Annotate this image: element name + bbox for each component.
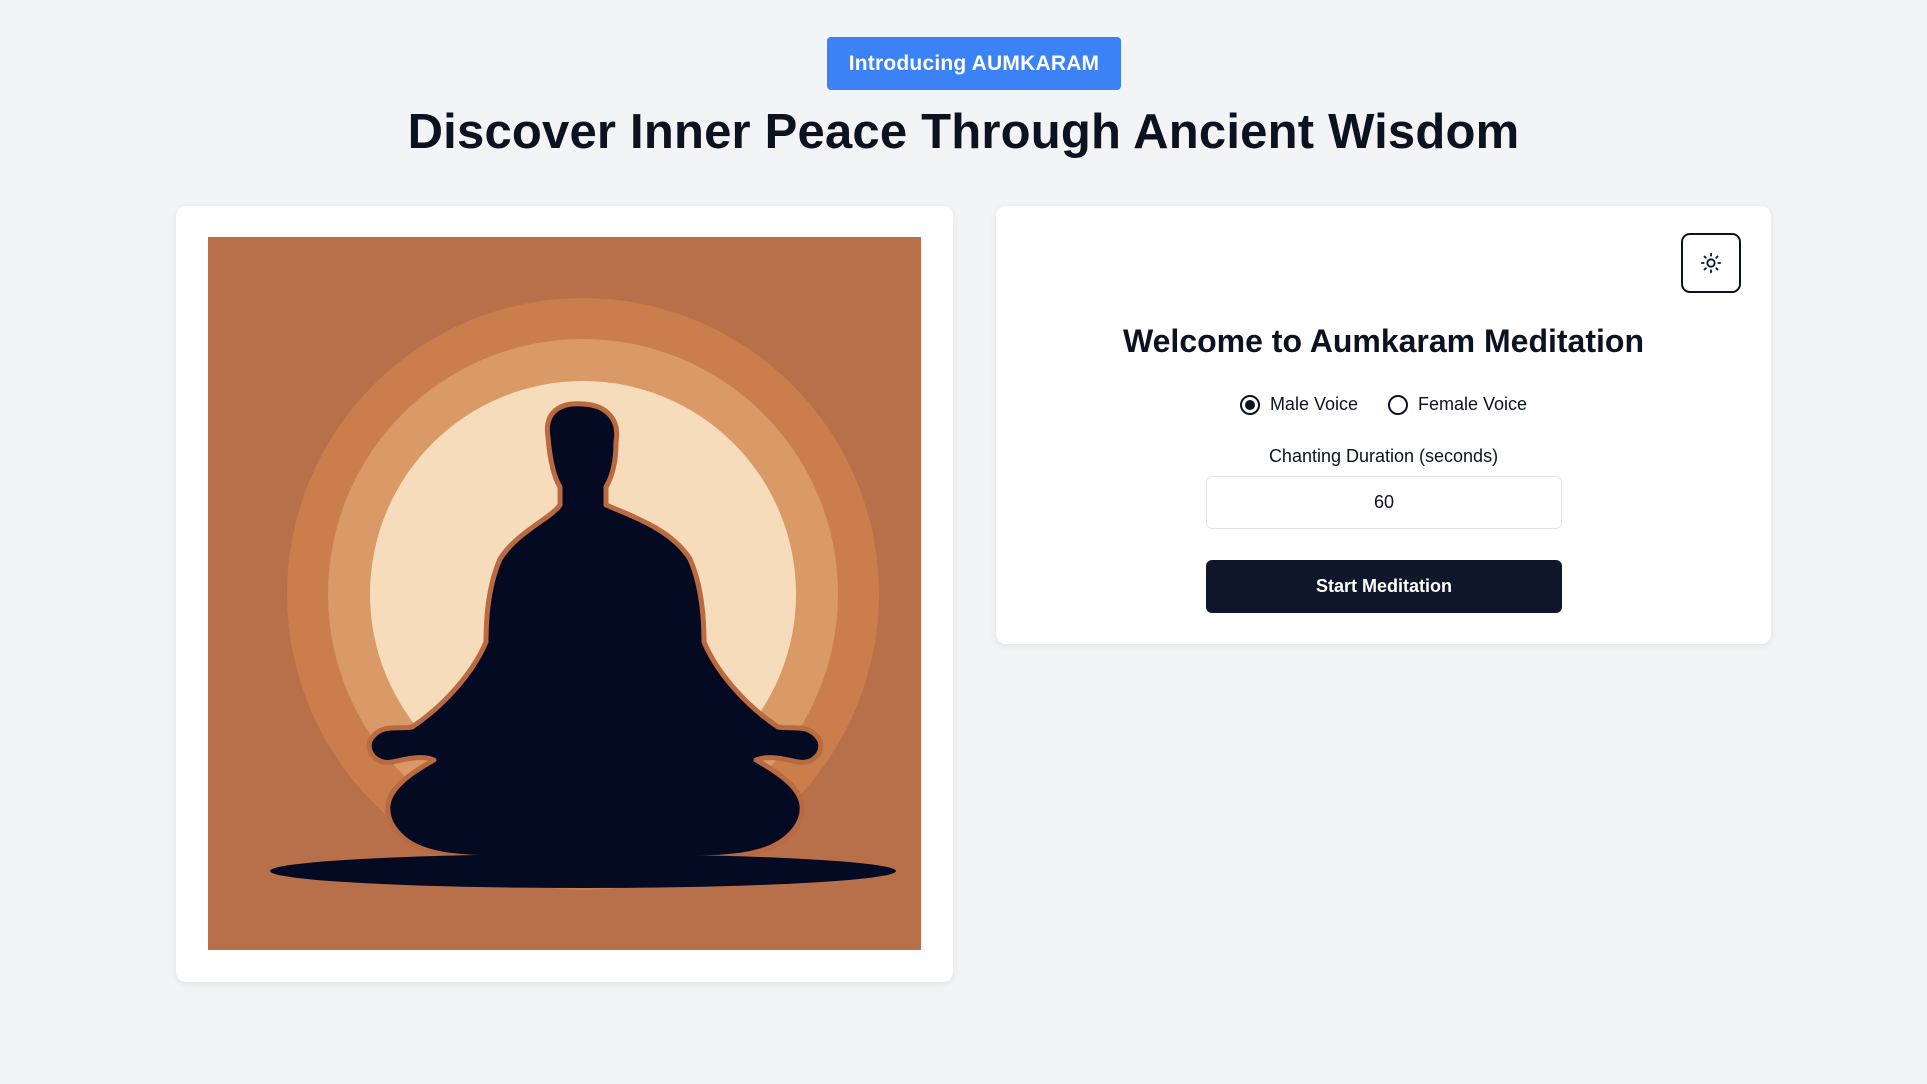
theme-toggle-button[interactable] [1681, 233, 1741, 293]
radio-button-unselected[interactable] [1388, 394, 1408, 415]
duration-label: Chanting Duration (seconds) [1268, 446, 1499, 466]
meditation-illustration [208, 237, 921, 950]
floor-shadow [270, 854, 896, 888]
radio-button-selected[interactable] [1239, 394, 1260, 415]
start-meditation-button[interactable]: Start Meditation [1206, 560, 1562, 613]
sun-icon [1700, 252, 1722, 274]
welcome-card: Welcome to Aumkaram Meditation Male Voic… [996, 206, 1771, 644]
male-voice-label: Male Voice [1269, 394, 1358, 414]
male-voice-radio[interactable]: Male Voice [1239, 394, 1358, 415]
female-voice-radio[interactable]: Female Voice [1388, 394, 1527, 415]
illustration-card [176, 206, 953, 982]
radio-dot [1244, 399, 1255, 410]
duration-input[interactable] [1206, 476, 1562, 529]
welcome-title: Welcome to Aumkaram Meditation [1123, 323, 1644, 359]
intro-badge[interactable]: Introducing AUMKARAM [827, 37, 1121, 90]
page-title: Discover Inner Peace Through Ancient Wis… [407, 105, 1520, 159]
female-voice-label: Female Voice [1418, 394, 1528, 414]
voice-selector: Male Voice Female Voice [996, 394, 1771, 415]
page: Introducing AUMKARAM Discover Inner Peac… [0, 0, 1927, 1084]
